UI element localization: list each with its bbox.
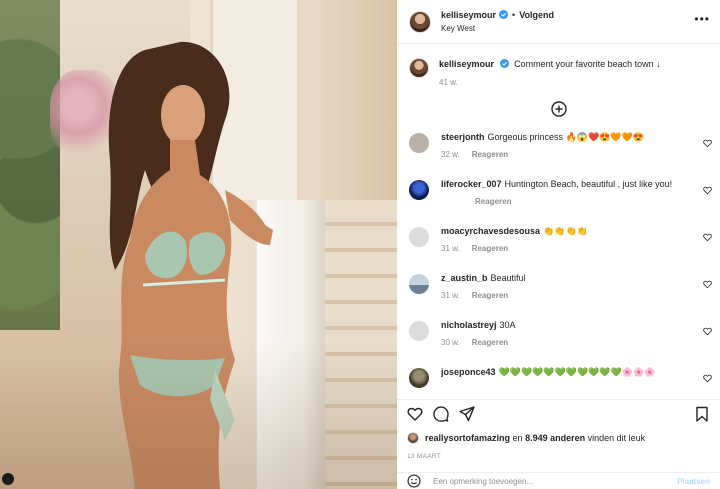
add-comment-bar: Een opmerking toevoegen... Plaatsen <box>397 472 720 489</box>
comment-item: liferocker_007 Huntington Beach, beautifu… <box>397 178 720 225</box>
plus-circle-icon[interactable] <box>550 101 567 117</box>
comment-item: moacyrchavesdesousa 👏👏👏👏 31 w. Reageren <box>397 225 720 272</box>
comment-text: 💚💚💚💚💚💚💚💚💚💚💚🌸🌸🌸 <box>498 367 656 377</box>
heart-icon[interactable] <box>407 406 423 422</box>
comment-text-line: joseponce43 💚💚💚💚💚💚💚💚💚💚💚🌸🌸🌸 <box>441 366 691 378</box>
separator-dot: • <box>512 9 516 20</box>
comment-text-line: moacyrchavesdesousa 👏👏👏👏 <box>441 225 691 237</box>
commenter-username[interactable]: moacyrchavesdesousa <box>441 226 540 236</box>
comment-text: Beautiful <box>490 273 526 283</box>
bookmark-icon[interactable] <box>694 406 710 422</box>
commenter-avatar[interactable] <box>409 133 429 153</box>
like-comment-heart-icon[interactable] <box>703 233 712 242</box>
caption-username[interactable]: kelliseymour <box>439 59 494 69</box>
comment-age[interactable]: 32 w. <box>441 150 460 159</box>
reply-button[interactable]: Reageren <box>472 150 508 159</box>
comment-text-line: z_austin_b Beautiful <box>441 272 691 284</box>
likes-suffix: vinden dit leuk <box>587 433 646 443</box>
comment-meta: 32 w. Reageren <box>441 150 691 159</box>
like-comment-heart-icon[interactable] <box>703 186 712 195</box>
comment-body: liferocker_007 Huntington Beach, beautifu… <box>441 178 691 225</box>
comments-scroll-area[interactable]: kelliseymour Comment your favorite beach… <box>397 44 720 399</box>
comment-age[interactable]: 31 w. <box>441 291 460 300</box>
comment-meta: Reageren <box>441 197 691 206</box>
like-comment-heart-icon[interactable] <box>703 139 712 148</box>
caption-text: Comment your favorite beach town ↓ <box>514 59 661 69</box>
comment-text-line: liferocker_007 Huntington Beach, beautifu… <box>441 178 691 190</box>
comment-age[interactable]: 31 w. <box>441 244 460 253</box>
commenter-avatar[interactable] <box>409 274 429 294</box>
share-icon[interactable] <box>459 405 475 422</box>
author-username[interactable]: kelliseymour <box>441 9 496 21</box>
load-more-comments[interactable] <box>397 87 720 131</box>
commenter-username[interactable]: joseponce43 <box>441 367 496 377</box>
comment-item: steerjonth Gorgeous princess 🔥😱❤️😍🧡🧡😍 32 … <box>397 131 720 178</box>
emoji-icon[interactable] <box>407 474 421 488</box>
following-button[interactable]: Volgend <box>519 9 554 21</box>
commenter-username[interactable]: nicholastreyj <box>441 320 497 330</box>
comment-text: Gorgeous princess 🔥😱❤️😍🧡🧡😍 <box>487 132 644 142</box>
comment-body: nicholastreyj 30A 30 w. Reageren <box>441 319 691 366</box>
foliage-background <box>0 0 60 330</box>
like-comment-heart-icon[interactable] <box>703 327 712 336</box>
comment-text-line: nicholastreyj 30A <box>441 319 691 331</box>
comment-age[interactable]: 30 w. <box>441 338 460 347</box>
liker-username[interactable]: reallysortofamazing <box>425 433 510 443</box>
reply-button[interactable]: Reageren <box>475 197 511 206</box>
caption-avatar[interactable] <box>409 58 429 78</box>
commenter-avatar[interactable] <box>409 180 429 200</box>
caption-body: kelliseymour Comment your favorite beach… <box>439 58 661 87</box>
reply-button[interactable]: Reageren <box>472 291 508 300</box>
reply-button[interactable]: Reageren <box>472 338 508 347</box>
comment-item: joseponce43 💚💚💚💚💚💚💚💚💚💚💚🌸🌸🌸 <box>397 366 720 399</box>
liker-avatar[interactable] <box>407 432 419 444</box>
location-link[interactable]: Key West <box>441 23 554 35</box>
comment-text: 30A <box>499 320 516 330</box>
like-comment-heart-icon[interactable] <box>703 280 712 289</box>
comment-body: joseponce43 💚💚💚💚💚💚💚💚💚💚💚🌸🌸🌸 <box>441 366 691 399</box>
post-photo[interactable] <box>0 0 397 489</box>
commenter-username[interactable]: liferocker_007 <box>441 179 502 189</box>
comment-item: z_austin_b Beautiful 31 w. Reageren <box>397 272 720 319</box>
post-comment-button[interactable]: Plaatsen <box>677 477 710 486</box>
comment-text: Huntington Beach, beautiful , just like … <box>504 179 673 189</box>
commenter-username[interactable]: steerjonth <box>441 132 485 142</box>
verified-icon <box>499 10 509 19</box>
post-actions-bar <box>397 399 720 427</box>
comment-meta: 30 w. Reageren <box>441 338 691 347</box>
comment-body: z_austin_b Beautiful 31 w. Reageren <box>441 272 691 319</box>
author-line: kelliseymour • Volgend <box>441 9 554 21</box>
verified-icon <box>499 59 509 68</box>
caption: kelliseymour Comment your favorite beach… <box>397 44 720 87</box>
caption-age[interactable]: 41 w. <box>439 78 661 87</box>
author-avatar[interactable] <box>409 10 431 33</box>
likes-connector: en <box>512 433 523 443</box>
more-options-icon[interactable]: ••• <box>694 13 710 25</box>
comment-input[interactable]: Een opmerking toevoegen... <box>433 477 533 486</box>
post-side-panel: kelliseymour • Volgend Key West ••• kell… <box>397 0 720 489</box>
commenter-avatar[interactable] <box>409 227 429 247</box>
author-info: kelliseymour • Volgend Key West <box>441 9 554 35</box>
post-date[interactable]: 13 MAART <box>407 453 441 460</box>
comment-body: moacyrchavesdesousa 👏👏👏👏 31 w. Reageren <box>441 225 691 272</box>
comment-icon[interactable] <box>433 405 449 422</box>
likes-summary: reallysortofamazing en 8.949 anderen vin… <box>407 432 645 444</box>
commenter-avatar[interactable] <box>409 368 429 388</box>
comment-meta: 31 w. Reageren <box>441 291 691 300</box>
commenter-username[interactable]: z_austin_b <box>441 273 488 283</box>
comment-text: 👏👏👏👏 <box>543 226 588 236</box>
comment-meta: 31 w. Reageren <box>441 244 691 253</box>
caption-text-line: kelliseymour Comment your favorite beach… <box>439 58 661 70</box>
carousel-indicator <box>2 473 14 485</box>
reply-button[interactable]: Reageren <box>472 244 508 253</box>
comment-text-line: steerjonth Gorgeous princess 🔥😱❤️😍🧡🧡😍 <box>441 131 691 143</box>
commenter-avatar[interactable] <box>409 321 429 341</box>
photo-shadow <box>0 339 397 489</box>
like-comment-heart-icon[interactable] <box>703 374 712 383</box>
comment-item: nicholastreyj 30A 30 w. Reageren <box>397 319 720 366</box>
post-header: kelliseymour • Volgend Key West ••• <box>397 0 720 44</box>
likes-count[interactable]: 8.949 anderen <box>525 433 585 443</box>
comment-body: steerjonth Gorgeous princess 🔥😱❤️😍🧡🧡😍 32 … <box>441 131 691 178</box>
